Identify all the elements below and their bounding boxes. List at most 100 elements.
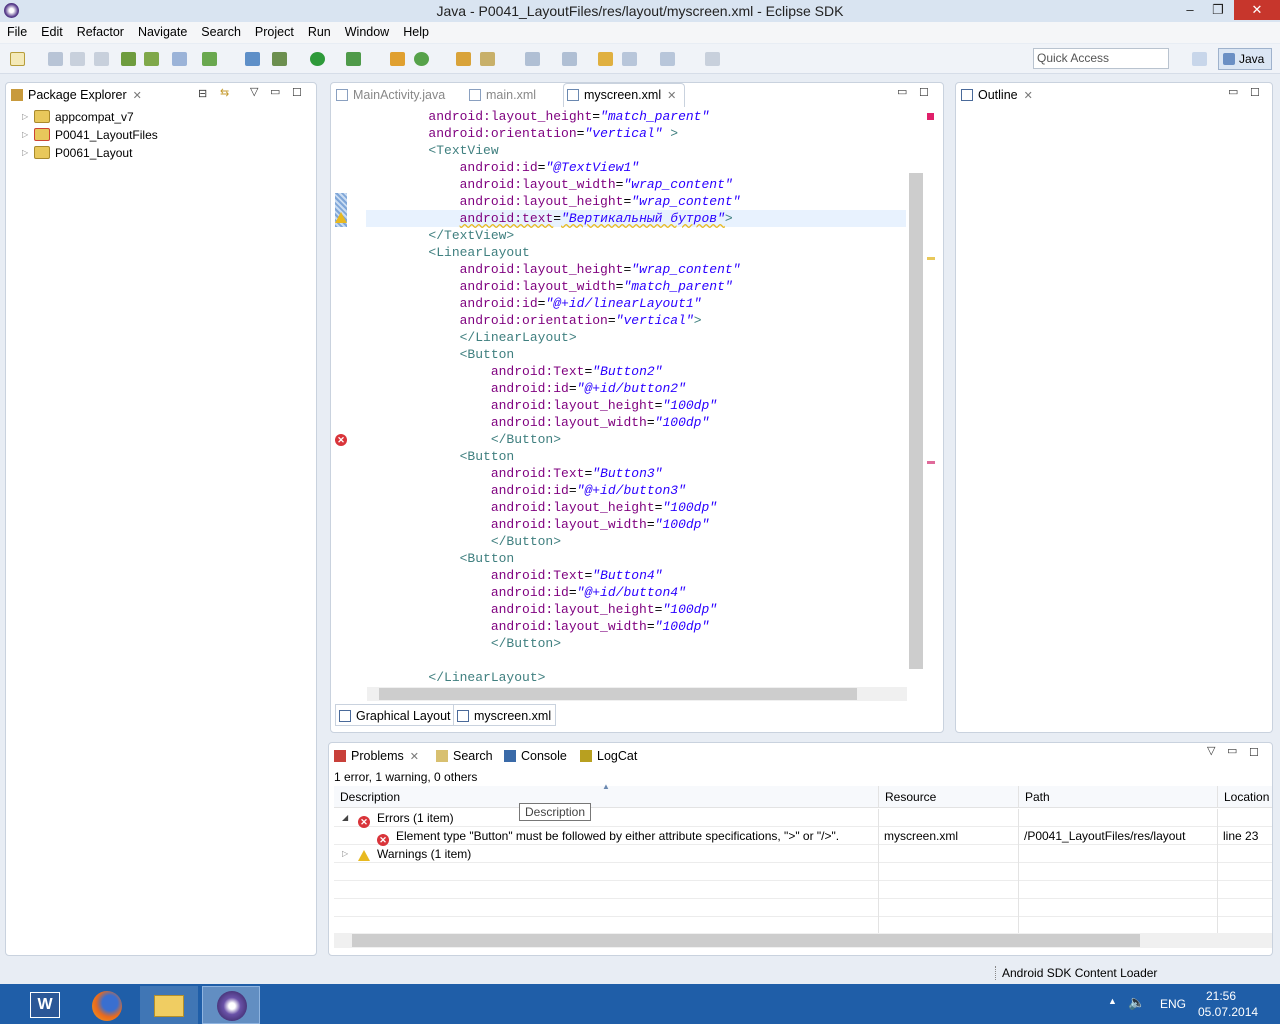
code-line[interactable]: android:layout_width="match_parent" [366,278,906,295]
forward-icon[interactable] [660,52,675,66]
new-icon[interactable] [10,52,25,66]
expand-icon[interactable]: ▷ [22,126,28,144]
code-editor[interactable]: android:layout_height="match_parent" and… [366,108,906,686]
next-annotation-icon[interactable] [525,52,540,66]
back-icon[interactable] [622,52,637,66]
tree-item-p0061[interactable]: ▷ P0061_Layout [22,144,132,162]
code-line[interactable]: android:layout_height="100dp" [366,397,906,414]
close-icon[interactable]: ✕ [667,90,676,102]
code-line[interactable]: <Button [366,448,906,465]
code-line[interactable]: </LinearLayout> [366,669,906,686]
code-line[interactable]: android:Text="Button2" [366,363,906,380]
code-line[interactable]: android:id="@+id/button2" [366,380,906,397]
view-menu-icon[interactable]: ▽ [250,85,258,98]
tab-package-explorer[interactable]: Package Explorer ✕ [8,84,142,106]
tab-graphical-layout[interactable]: Graphical Layout [335,704,455,726]
code-line[interactable]: android:layout_width="wrap_content" [366,176,906,193]
quick-access-input[interactable]: Quick Access [1033,48,1169,69]
code-line[interactable]: android:layout_height="match_parent" [366,108,906,125]
code-line[interactable]: android:id="@TextView1" [366,159,906,176]
avd-manager-icon[interactable] [144,52,159,66]
volume-icon[interactable]: 🔈 [1128,994,1145,1011]
android-sdk-icon[interactable] [121,52,136,66]
task-icon[interactable] [202,52,217,66]
code-line[interactable]: android:text="Вертикальный бутров"> [366,210,906,227]
scrollbar-thumb[interactable] [379,688,857,700]
column-location[interactable]: Location [1218,786,1272,808]
overview-error-icon[interactable] [927,113,934,120]
collapse-all-icon[interactable]: ⊟ [198,87,207,100]
tab-outline[interactable]: Outline ✕ [958,84,1033,106]
code-line[interactable]: android:Text="Button3" [366,465,906,482]
menu-window[interactable]: Window [338,22,396,43]
minimize-button[interactable]: ‒ [1176,0,1204,20]
code-line[interactable]: android:orientation="vertical"> [366,312,906,329]
open-type-icon[interactable] [456,52,471,66]
firefox-icon[interactable] [78,986,136,1024]
group-errors[interactable]: ◢ ✕ Errors (1 item) [334,809,1272,828]
expand-icon[interactable]: ▷ [22,144,28,162]
menu-help[interactable]: Help [396,22,436,43]
new-class-icon[interactable] [414,52,429,66]
pin-editor-icon[interactable] [705,52,720,66]
menu-refactor[interactable]: Refactor [70,22,131,43]
code-line[interactable]: <TextView [366,142,906,159]
collapse-icon[interactable]: ◢ [342,809,348,827]
code-line[interactable]: <Button [366,346,906,363]
scrollbar-thumb[interactable] [909,173,923,669]
problems-horizontal-scrollbar[interactable] [334,933,1272,948]
code-line[interactable]: <LinearLayout [366,244,906,261]
prev-annotation-icon[interactable] [562,52,577,66]
menu-file[interactable]: File [0,22,34,43]
warning-marker-icon[interactable] [335,212,347,226]
error-marker-icon[interactable]: ✕ [335,432,347,446]
expand-icon[interactable]: ▷ [342,845,348,863]
link-editor-icon[interactable]: ⇆ [220,86,229,99]
new-android-icon[interactable] [245,52,260,66]
open-perspective-icon[interactable] [1192,52,1207,66]
save-icon[interactable] [48,52,63,66]
menu-navigate[interactable]: Navigate [131,22,194,43]
tab-main-xml[interactable]: main.xml [466,84,536,106]
close-icon[interactable]: ✕ [410,751,419,763]
language-indicator[interactable]: ENG [1160,997,1186,1011]
save-all-icon[interactable] [70,52,85,66]
close-icon[interactable]: ✕ [1024,90,1033,102]
code-line[interactable]: android:layout_height="wrap_content" [366,261,906,278]
code-line[interactable]: </Button> [366,635,906,652]
skip-breakpoints-icon[interactable] [172,52,187,66]
minimize-view-icon[interactable]: ▭ [1227,744,1237,757]
vertical-scrollbar[interactable] [909,113,923,673]
menu-run[interactable]: Run [301,22,338,43]
tab-myscreen-xml[interactable]: myscreen.xml ✕ [563,83,686,107]
code-line[interactable]: </Button> [366,533,906,550]
maximize-view-icon[interactable]: ☐ [1249,746,1259,759]
debug-icon[interactable] [272,52,287,66]
search-tool-icon[interactable] [480,52,495,66]
code-line[interactable]: android:id="@+id/button3" [366,482,906,499]
code-line[interactable]: </TextView> [366,227,906,244]
code-line[interactable]: android:layout_width="100dp" [366,414,906,431]
new-package-icon[interactable] [390,52,405,66]
maximize-view-icon[interactable]: ☐ [292,86,302,99]
eclipse-taskbar-icon[interactable] [202,986,260,1024]
problem-row[interactable]: ✕ Element type "Button" must be followed… [334,827,1272,846]
run-icon[interactable] [310,52,325,66]
overview-error-mark[interactable] [927,461,935,464]
clock[interactable]: 21:56 05.07.2014 [1198,989,1258,1019]
show-hidden-icons[interactable]: ▲ [1108,996,1117,1006]
group-warnings[interactable]: ▷ Warnings (1 item) [334,845,1272,863]
expand-icon[interactable]: ▷ [22,108,28,126]
menu-search[interactable]: Search [194,22,248,43]
maximize-button[interactable]: ❐ [1204,0,1232,20]
word-icon[interactable]: W [18,986,76,1024]
scrollbar-thumb[interactable] [352,934,1140,947]
code-line[interactable]: android:orientation="vertical" > [366,125,906,142]
code-line[interactable]: </LinearLayout> [366,329,906,346]
external-tools-icon[interactable] [346,52,361,66]
menu-project[interactable]: Project [248,22,301,43]
maximize-view-icon[interactable]: ☐ [919,86,929,99]
overview-warning-mark[interactable] [927,257,935,260]
code-line[interactable]: android:layout_width="100dp" [366,516,906,533]
close-button[interactable]: ✕ [1234,0,1280,20]
